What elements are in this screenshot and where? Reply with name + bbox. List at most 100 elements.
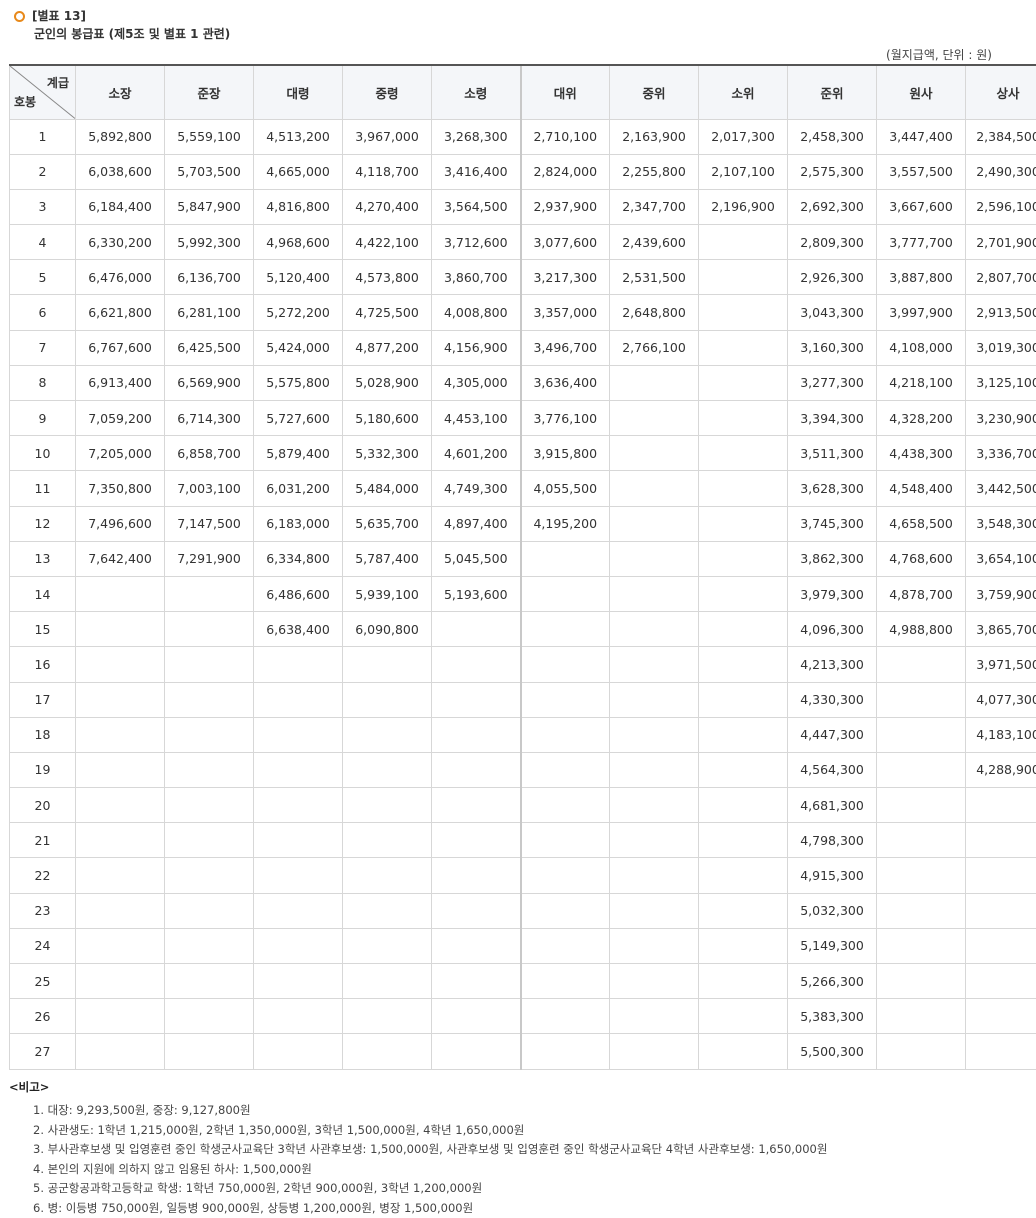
salary-cell: [609, 399, 699, 437]
table-row: 16 4,213,300 3,971,500: [9, 646, 1036, 683]
salary-table-container: 계급 호봉 소장 준장 대령 중령 소령 대위 중위 소위 준위 원사 상사 1 5,892,800 5…: [9, 64, 1036, 1070]
salary-cell: [698, 224, 788, 261]
salary-cell: [609, 435, 699, 472]
step-cell: 27: [9, 1033, 76, 1070]
column-header: 대령: [253, 64, 343, 120]
salary-cell: 3,654,100: [965, 540, 1036, 577]
salary-cell: 3,776,100: [519, 399, 610, 437]
salary-cell: 7,350,800: [75, 470, 165, 507]
salary-cell: 4,749,300: [431, 470, 521, 507]
salary-cell: 4,968,600: [253, 224, 343, 261]
salary-cell: [609, 927, 699, 965]
table-row: 6 6,621,800 6,281,100 5,272,200 4,725,500 4,0…: [9, 294, 1036, 331]
salary-cell: 3,019,300: [965, 329, 1036, 366]
salary-cell: 4,183,100: [965, 716, 1036, 753]
salary-cell: [75, 962, 165, 1000]
salary-cell: [75, 927, 165, 965]
salary-cell: [698, 294, 788, 331]
salary-cell: 5,045,500: [431, 540, 521, 577]
salary-cell: 3,636,400: [519, 364, 610, 402]
step-cell: 10: [9, 435, 76, 472]
salary-cell: [609, 611, 699, 648]
salary-cell: 5,180,600: [342, 399, 432, 437]
salary-cell: [876, 681, 966, 718]
salary-cell: [698, 716, 788, 753]
salary-cell: 4,681,300: [787, 787, 877, 824]
table-row: 5 6,476,000 6,136,700 5,120,400 4,573,800 3,8…: [9, 259, 1036, 296]
salary-cell: [609, 998, 699, 1035]
salary-cell: 4,878,700: [876, 575, 966, 613]
salary-cell: [698, 998, 788, 1035]
salary-cell: [876, 927, 966, 965]
salary-cell: [519, 751, 610, 789]
salary-cell: [876, 716, 966, 753]
salary-cell: [164, 751, 254, 789]
salary-cell: [609, 505, 699, 542]
salary-cell: 3,564,500: [431, 188, 521, 226]
salary-cell: 6,638,400: [253, 611, 343, 648]
note-item: 5. 공군항공과학고등학교 학생: 1학년 750,000원, 2학년 900,…: [33, 1181, 483, 1195]
salary-cell: 6,281,100: [164, 294, 254, 331]
salary-cell: 2,937,900: [519, 188, 610, 226]
salary-cell: 2,531,500: [609, 259, 699, 296]
table-row: 10 7,205,000 6,858,700 5,879,400 5,332,300 4,…: [9, 435, 1036, 472]
salary-cell: 3,160,300: [787, 329, 877, 366]
corner-step-label: 호봉: [14, 94, 37, 109]
salary-cell: 4,915,300: [787, 857, 877, 894]
table-row: 18 4,447,300 4,183,100: [9, 716, 1036, 753]
step-cell: 22: [9, 857, 76, 894]
note-item: 1. 대장: 9,293,500원, 중장: 9,127,800원: [33, 1103, 251, 1117]
step-cell: 9: [9, 399, 76, 437]
salary-cell: [342, 681, 432, 718]
salary-cell: 5,383,300: [787, 998, 877, 1035]
salary-cell: 2,648,800: [609, 294, 699, 331]
salary-cell: 2,575,300: [787, 153, 877, 190]
salary-cell: [698, 329, 788, 366]
salary-cell: 5,635,700: [342, 505, 432, 542]
salary-cell: [876, 998, 966, 1035]
salary-cell: 3,357,000: [519, 294, 610, 331]
table-row: 24 5,149,300: [9, 927, 1036, 965]
salary-cell: [164, 822, 254, 859]
salary-cell: [431, 962, 521, 1000]
table-row: 21 4,798,300: [9, 822, 1036, 859]
salary-cell: 3,511,300: [787, 435, 877, 472]
salary-cell: [75, 575, 165, 613]
column-header: 상사: [965, 64, 1036, 120]
salary-cell: 2,710,100: [519, 118, 610, 155]
salary-cell: [698, 681, 788, 718]
note-item: 2. 사관생도: 1학년 1,215,000원, 2학년 1,350,000원,…: [33, 1122, 525, 1137]
salary-cell: 6,486,600: [253, 575, 343, 613]
salary-cell: 6,038,600: [75, 153, 165, 190]
step-cell: 14: [9, 575, 76, 613]
salary-cell: 4,665,000: [253, 153, 343, 190]
salary-cell: [609, 470, 699, 507]
salary-cell: [609, 716, 699, 753]
salary-cell: [164, 646, 254, 683]
salary-cell: [876, 646, 966, 683]
table-row: 12 7,496,600 7,147,500 6,183,000 5,635,700 4,…: [9, 505, 1036, 542]
corner-rank-label: 계급: [46, 76, 69, 90]
salary-cell: 5,266,300: [787, 962, 877, 1000]
salary-cell: 3,865,700: [965, 611, 1036, 648]
salary-cell: [342, 822, 432, 859]
salary-cell: 3,077,600: [519, 224, 610, 261]
column-header: 대위: [519, 64, 610, 120]
table-row: 22 4,915,300: [9, 857, 1036, 894]
salary-cell: [876, 857, 966, 894]
column-header: 중위: [609, 64, 699, 120]
salary-cell: 2,809,300: [787, 224, 877, 261]
salary-cell: 3,971,500: [965, 646, 1036, 683]
salary-cell: 6,136,700: [164, 259, 254, 296]
salary-cell: 7,003,100: [164, 470, 254, 507]
salary-cell: [965, 892, 1036, 929]
salary-cell: [253, 1033, 343, 1070]
salary-cell: 3,712,600: [431, 224, 521, 261]
salary-cell: 2,255,800: [609, 153, 699, 190]
salary-cell: 4,877,200: [342, 329, 432, 366]
salary-cell: [609, 857, 699, 894]
salary-cell: 5,703,500: [164, 153, 254, 190]
salary-cell: [75, 1033, 165, 1070]
salary-cell: [431, 927, 521, 965]
salary-cell: [609, 751, 699, 789]
